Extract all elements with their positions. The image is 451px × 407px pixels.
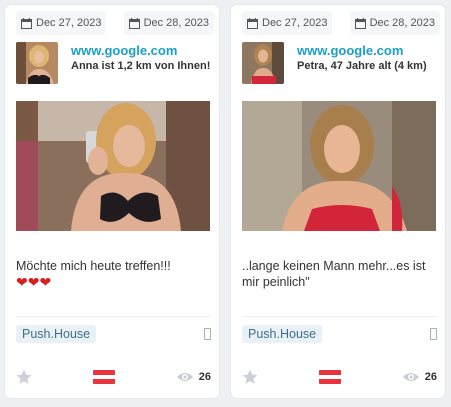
views-number: 26	[424, 371, 437, 383]
ad-header: www.google.com Anna ist 1,2 km von Ihnen…	[16, 42, 211, 88]
end-date-text: Dec 28, 2023	[369, 17, 435, 29]
start-date: Dec 27, 2023	[242, 11, 333, 35]
star-icon[interactable]	[16, 369, 32, 385]
site-link[interactable]: www.google.com	[71, 44, 210, 58]
start-date: Dec 27, 2023	[16, 11, 107, 35]
ad-header: www.google.com Petra, 47 Jahre alt (4 km…	[242, 42, 437, 88]
eye-icon	[402, 373, 419, 381]
ad-title: Anna ist 1,2 km von Ihnen!	[71, 60, 211, 72]
card-footer: 26	[242, 366, 437, 388]
message-text: ..lange keinen Mann mehr...es ist mir pe…	[242, 259, 426, 289]
network-tag[interactable]: Push.House	[16, 325, 97, 343]
message-text: Möchte mich heute treffen!!!	[16, 259, 171, 273]
card-footer: 26	[16, 366, 211, 388]
ad-message: Möchte mich heute treffen!!! ❤❤❤	[16, 258, 209, 290]
end-date-text: Dec 28, 2023	[143, 17, 209, 29]
ad-card[interactable]: Dec 27, 2023 Dec 28, 2023 www.google.com…	[231, 5, 445, 398]
divider	[16, 316, 211, 317]
site-link[interactable]: www.google.com	[297, 44, 427, 58]
source-row: Push.House	[16, 325, 211, 343]
calendar-icon	[247, 17, 258, 29]
ad-image	[16, 101, 210, 231]
calendar-icon	[21, 17, 32, 29]
calendar-icon	[128, 17, 140, 29]
ad-image	[242, 101, 436, 231]
ad-title: Petra, 47 Jahre alt (4 km)	[297, 60, 427, 72]
end-date: Dec 28, 2023	[123, 11, 214, 35]
ad-card[interactable]: Dec 27, 2023 Dec 28, 2023 www.google.com…	[5, 5, 219, 398]
network-tag[interactable]: Push.House	[242, 325, 323, 343]
views-number: 26	[198, 371, 211, 383]
star-icon[interactable]	[242, 369, 258, 385]
ad-message: ..lange keinen Mann mehr...es ist mir pe…	[242, 258, 435, 290]
view-count: 26	[176, 371, 211, 383]
avatar	[242, 42, 284, 84]
country-flag	[92, 370, 115, 384]
eye-icon	[176, 373, 193, 381]
date-range: Dec 27, 2023 Dec 28, 2023	[242, 11, 440, 35]
source-row: Push.House	[242, 325, 437, 343]
start-date-text: Dec 27, 2023	[262, 17, 328, 29]
heart-emojis: ❤❤❤	[16, 274, 52, 290]
mobile-device-icon	[204, 328, 211, 340]
divider	[242, 316, 437, 317]
date-range: Dec 27, 2023 Dec 28, 2023	[16, 11, 214, 35]
calendar-icon	[354, 17, 366, 29]
mobile-device-icon	[430, 328, 437, 340]
end-date: Dec 28, 2023	[349, 11, 440, 35]
start-date-text: Dec 27, 2023	[36, 17, 102, 29]
view-count: 26	[402, 371, 437, 383]
avatar	[16, 42, 58, 84]
country-flag	[318, 370, 341, 384]
